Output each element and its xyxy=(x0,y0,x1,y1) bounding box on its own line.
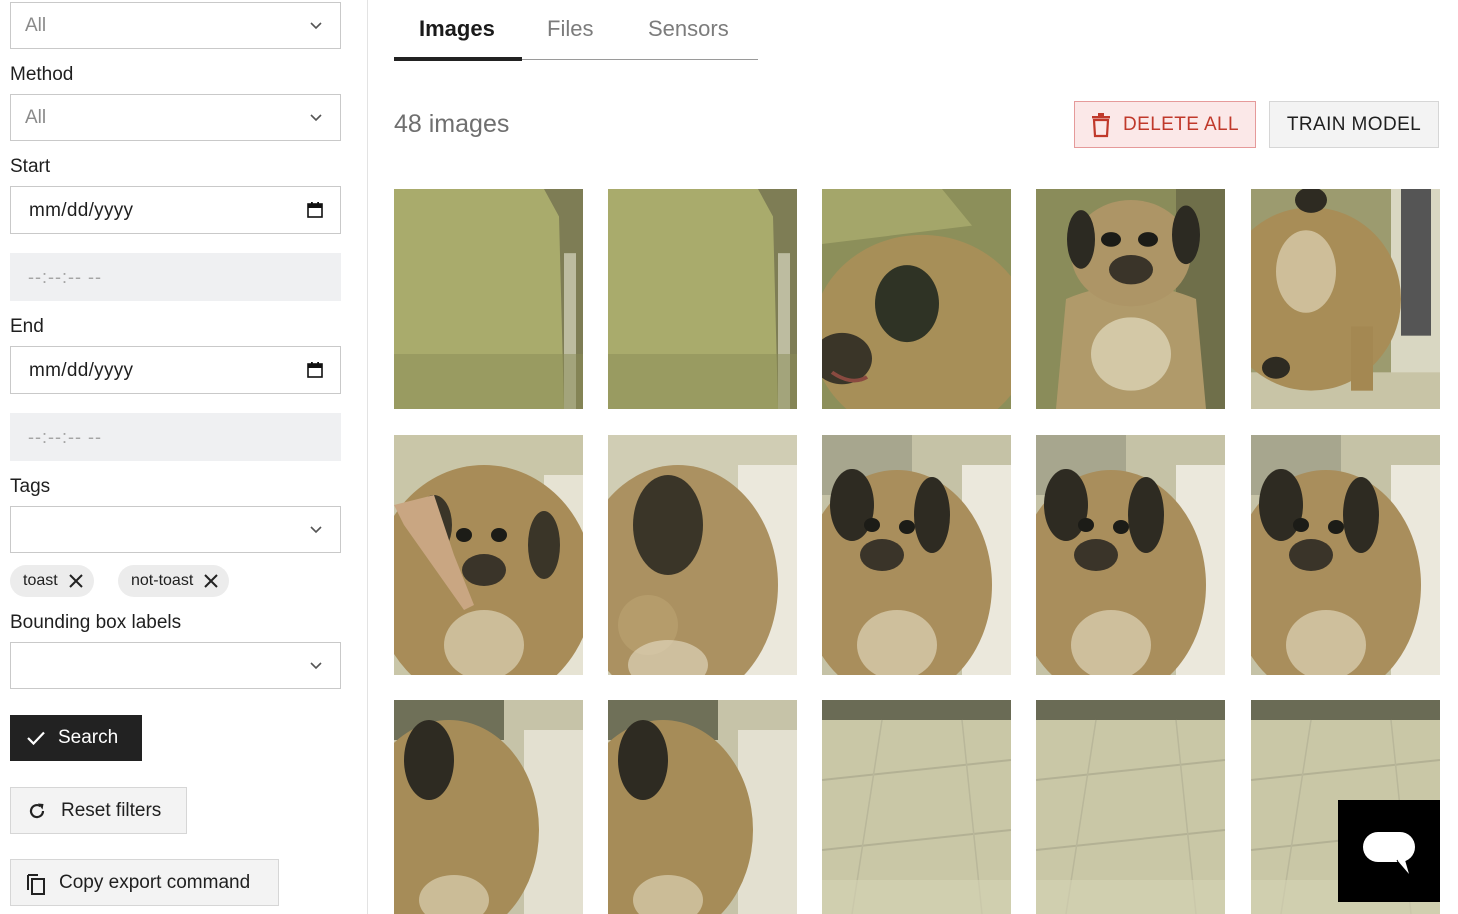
train-model-button[interactable]: TRAIN MODEL xyxy=(1269,101,1439,148)
image-thumbnail[interactable] xyxy=(1036,189,1225,409)
calendar-icon[interactable] xyxy=(306,361,324,379)
copy-export-command-button[interactable]: Copy export command xyxy=(10,859,279,906)
start-date-placeholder: mm/dd/yyyy xyxy=(29,200,134,221)
image-thumbnail[interactable] xyxy=(822,189,1011,409)
image-count: 48 images xyxy=(394,110,510,138)
thumbnail-image xyxy=(394,700,583,914)
close-icon[interactable] xyxy=(203,573,219,589)
tag-chip-toast: toast xyxy=(10,565,94,597)
calendar-icon[interactable] xyxy=(306,201,324,219)
image-thumbnail[interactable] xyxy=(608,435,797,675)
image-thumbnail[interactable] xyxy=(1251,189,1440,409)
image-thumbnail[interactable] xyxy=(608,700,797,914)
chevron-down-icon xyxy=(310,526,322,534)
thumbnail-image xyxy=(1251,435,1440,675)
chevron-down-icon xyxy=(310,114,322,122)
image-thumbnail[interactable] xyxy=(822,700,1011,914)
bbox-labels-select[interactable] xyxy=(10,642,341,689)
thumbnail-image xyxy=(1036,435,1225,675)
end-label: End xyxy=(10,316,44,337)
tags-label: Tags xyxy=(10,476,51,497)
image-thumbnail[interactable] xyxy=(1036,700,1225,914)
end-time-input[interactable]: --:--:-- -- xyxy=(10,413,341,461)
image-thumbnail[interactable] xyxy=(394,435,583,675)
search-button-label: Search xyxy=(58,727,119,748)
thumbnail-image xyxy=(822,189,1011,409)
thumbnail-image xyxy=(1036,189,1225,409)
image-thumbnail[interactable] xyxy=(394,700,583,914)
image-thumbnail[interactable] xyxy=(1036,435,1225,675)
start-date-input[interactable]: mm/dd/yyyy xyxy=(10,186,341,234)
method-label: Method xyxy=(10,64,74,85)
delete-all-label: DELETE ALL xyxy=(1123,113,1239,135)
check-icon xyxy=(27,731,45,746)
refresh-icon xyxy=(29,803,45,818)
method-select-value: All xyxy=(25,107,47,128)
tab-bar: Images Files Sensors xyxy=(394,0,758,60)
thumbnail-image xyxy=(608,700,797,914)
end-date-input[interactable]: mm/dd/yyyy xyxy=(10,346,341,394)
reset-filters-button[interactable]: Reset filters xyxy=(10,787,187,834)
image-thumbnail[interactable] xyxy=(394,189,583,409)
thumbnail-image xyxy=(822,435,1011,675)
method-select[interactable]: All xyxy=(10,94,341,141)
end-time-placeholder: --:--:-- -- xyxy=(28,427,102,447)
tab-images[interactable]: Images xyxy=(419,16,495,42)
filter-sidebar: All Method All Start mm/dd/yyyy --:--:--… xyxy=(0,0,368,914)
search-button[interactable]: Search xyxy=(10,715,142,761)
tag-chip-label: toast xyxy=(23,572,58,589)
end-date-placeholder: mm/dd/yyyy xyxy=(29,360,134,381)
image-thumbnail[interactable] xyxy=(1251,435,1440,675)
trash-icon xyxy=(1092,112,1110,137)
thumbnail-image xyxy=(822,700,1011,914)
image-thumbnail[interactable] xyxy=(608,189,797,409)
train-model-label: TRAIN MODEL xyxy=(1286,113,1422,135)
chat-widget-button[interactable] xyxy=(1338,800,1440,902)
tab-sensors[interactable]: Sensors xyxy=(648,16,729,42)
thumbnail-image xyxy=(394,435,583,675)
thumbnail-image xyxy=(1036,700,1225,914)
thumbnail-image xyxy=(1251,189,1440,409)
thumbnail-image xyxy=(394,189,583,409)
thumbnail-image xyxy=(608,189,797,409)
start-label: Start xyxy=(10,156,51,177)
delete-all-button[interactable]: DELETE ALL xyxy=(1074,101,1256,148)
copy-export-command-label: Copy export command xyxy=(59,871,251,893)
tags-select[interactable] xyxy=(10,506,341,553)
chevron-down-icon xyxy=(310,662,322,670)
copy-icon xyxy=(27,873,45,895)
filter-select-top[interactable]: All xyxy=(10,2,341,49)
active-tab-indicator xyxy=(394,57,522,61)
tag-chip-not-toast: not-toast xyxy=(118,565,230,597)
thumbnail-image xyxy=(608,435,797,675)
tab-files[interactable]: Files xyxy=(547,16,593,42)
start-time-input[interactable]: --:--:-- -- xyxy=(10,253,341,301)
chevron-down-icon xyxy=(310,22,322,30)
filter-select-top-value: All xyxy=(25,15,47,36)
image-thumbnail[interactable] xyxy=(822,435,1011,675)
close-icon[interactable] xyxy=(68,573,84,589)
chat-icon xyxy=(1363,832,1415,874)
bbox-labels-label: Bounding box labels xyxy=(10,612,182,633)
start-time-placeholder: --:--:-- -- xyxy=(28,267,102,287)
reset-filters-label: Reset filters xyxy=(61,799,162,821)
tag-chip-label: not-toast xyxy=(131,572,194,589)
